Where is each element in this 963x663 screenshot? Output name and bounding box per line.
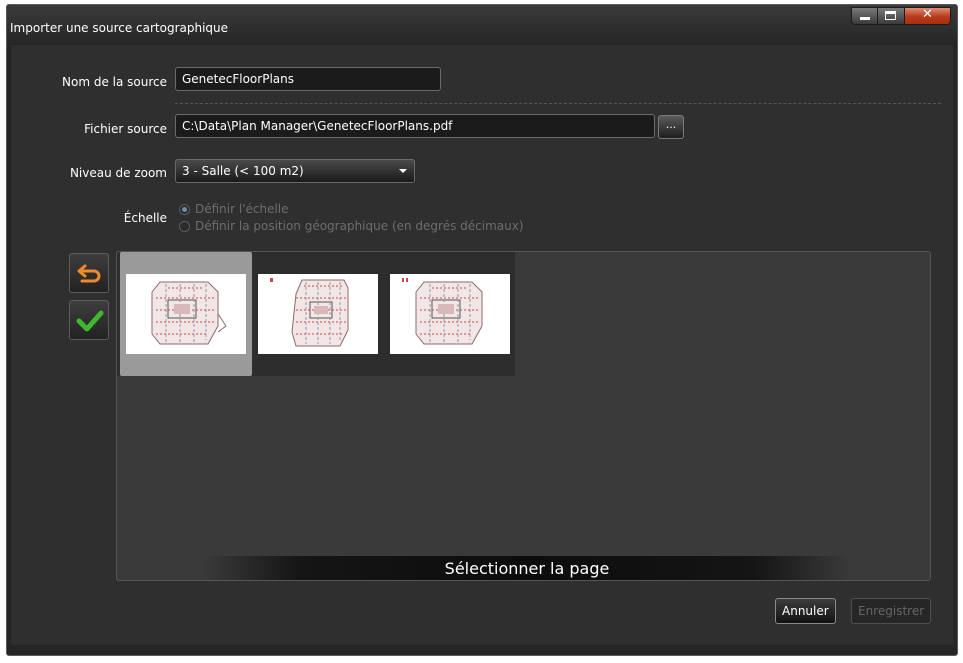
page-thumbnail[interactable] (384, 252, 516, 376)
scale-option-label: Définir la position géographique (en deg… (195, 219, 524, 233)
separator (175, 103, 941, 104)
scale-label: Échelle (123, 211, 167, 225)
scale-option-define-scale[interactable]: Définir l'échelle (179, 202, 289, 216)
close-button[interactable]: ✕ (905, 7, 951, 25)
radio-icon (179, 220, 190, 232)
page-selector: Sélectionner la page (116, 251, 931, 581)
zoom-level-value: 3 - Salle (< 100 m2) (182, 164, 304, 178)
page-caption-bar: Sélectionner la page (203, 556, 851, 580)
source-file-input[interactable]: C:\Data\Plan Manager\GenetecFloorPlans.p… (175, 114, 655, 138)
undo-arrow-icon (77, 264, 101, 283)
checkmark-icon (76, 310, 104, 332)
page-thumbnail[interactable] (120, 252, 252, 376)
maximize-button[interactable] (878, 7, 905, 25)
page-thumbnail[interactable] (252, 252, 384, 376)
chevron-down-icon (399, 169, 407, 173)
floor-plan-image (258, 274, 378, 354)
save-button[interactable]: Enregistrer (851, 598, 932, 624)
dialog-body: Nom de la source GenetecFloorPlans Fichi… (11, 45, 953, 645)
source-name-label: Nom de la source (62, 75, 167, 89)
back-button[interactable] (69, 253, 109, 293)
page-thumbnail-strip (117, 252, 515, 376)
confirm-button[interactable] (69, 300, 109, 340)
zoom-level-select[interactable]: 3 - Salle (< 100 m2) (175, 159, 415, 183)
window-title: Importer une source cartographique (10, 21, 229, 35)
floor-plan-image (126, 274, 246, 354)
zoom-level-label: Niveau de zoom (69, 166, 167, 180)
radio-icon (179, 203, 190, 215)
title-bar[interactable]: Importer une source cartographique ✕ (7, 5, 957, 45)
cancel-button[interactable]: Annuler (775, 598, 836, 624)
source-file-label: Fichier source (84, 122, 167, 136)
scale-option-geo-position[interactable]: Définir la position géographique (en deg… (179, 219, 524, 233)
window-controls: ✕ (851, 7, 951, 25)
browse-button[interactable]: ... (658, 115, 684, 139)
scale-option-label: Définir l'échelle (195, 202, 289, 216)
source-name-input[interactable]: GenetecFloorPlans (175, 67, 441, 91)
minimize-button[interactable] (851, 7, 878, 25)
select-page-caption: Sélectionner la page (444, 559, 610, 578)
import-map-source-dialog: Importer une source cartographique ✕ Nom… (6, 4, 958, 656)
close-icon: ✕ (922, 7, 933, 22)
floor-plan-image (390, 274, 510, 354)
